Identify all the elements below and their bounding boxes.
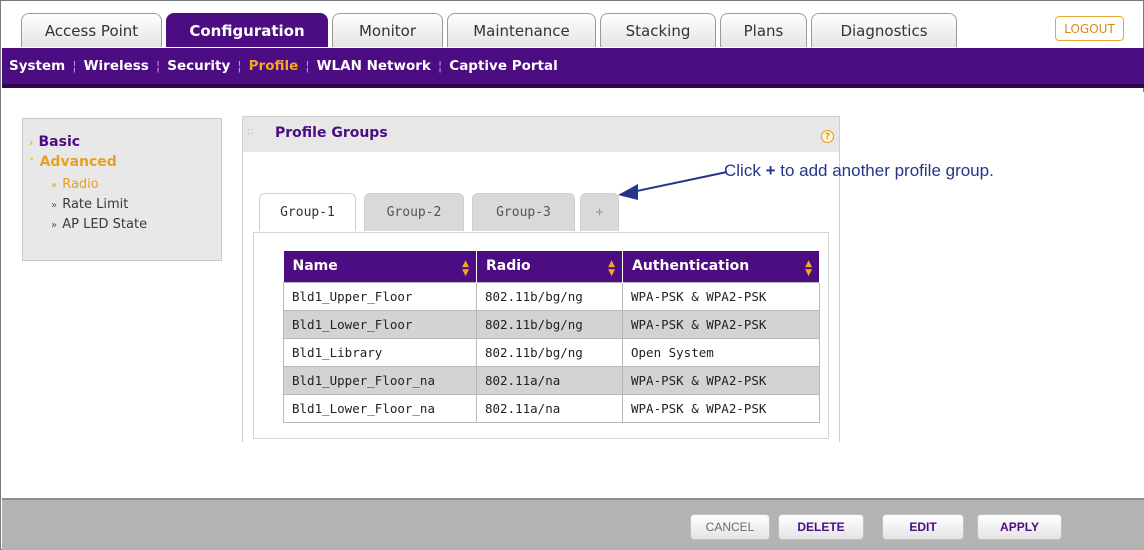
nav-radio[interactable]: » Radio [51,173,99,192]
bottom-action-bar: CANCEL DELETE EDIT APPLY [2,498,1144,550]
cell-radio: 802.11b/bg/ng [476,337,623,367]
tab-diagnostics[interactable]: Diagnostics [811,13,957,47]
nav-basic-label: Basic [38,134,81,150]
apply-button[interactable]: APPLY [977,514,1062,540]
sort-icon[interactable]: ▲ ▼ [805,260,812,278]
tab-configuration[interactable]: Configuration [166,13,328,47]
callout-text-before: Click [724,161,766,180]
nav-advanced[interactable]: ˅ Advanced [29,151,117,170]
nav-rate-limit-label: Rate Limit [62,197,129,212]
top-tab-bar: Access Point Configuration Monitor Maint… [21,13,957,47]
tab-group-1[interactable]: Group-1 [259,193,356,231]
callout-text: Click + to add another profile group. [724,161,994,181]
cell-name: Bld1_Library [283,337,477,367]
callout-text-after: to add another profile group. [775,161,994,180]
sub-navigation: System ¦ Wireless ¦ Security ¦ Profile ¦… [2,48,1144,88]
column-header-label: Authentication [632,258,750,275]
profile-table: Name ▲ ▼ Radio ▲ ▼ Authentication ▲ ▼ Bl… [283,251,820,423]
nav-ap-led-state[interactable]: » AP LED State [51,213,147,232]
subnav-wlan-network[interactable]: WLAN Network [317,58,431,74]
subnav-separator: ¦ [437,58,443,74]
subnav-separator: ¦ [72,58,77,74]
column-header-label: Name [292,258,338,275]
panel-body: Group-1 Group-2 Group-3 + Name ▲ ▼ Radio… [243,152,839,442]
cell-authentication: WPA-PSK & WPA2-PSK [622,281,820,311]
sort-icon[interactable]: ▲ ▼ [608,260,615,278]
subnav-security[interactable]: Security [167,58,230,74]
subnav-system[interactable]: System [9,58,65,74]
table-row[interactable]: Bld1_Upper_Floor_na 802.11a/na WPA-PSK &… [283,365,820,395]
table-header-row: Name ▲ ▼ Radio ▲ ▼ Authentication ▲ ▼ [283,251,820,282]
tab-group-2[interactable]: Group-2 [364,193,464,231]
column-header-label: Radio [486,258,531,275]
table-row[interactable]: Bld1_Library 802.11b/bg/ng Open System [283,337,820,367]
table-row[interactable]: Bld1_Lower_Floor 802.11b/bg/ng WPA-PSK &… [283,309,820,339]
column-header-authentication[interactable]: Authentication ▲ ▼ [622,251,820,282]
tab-plans[interactable]: Plans [720,13,807,47]
logout-button[interactable]: LOGOUT [1055,16,1124,41]
subnav-separator: ¦ [305,58,310,74]
tab-stacking[interactable]: Stacking [600,13,716,47]
chevron-right-icon: › [29,136,34,149]
double-chevron-icon: » [51,220,58,231]
cell-radio: 802.11b/bg/ng [476,281,623,311]
panel-title: Profile Groups [275,125,388,141]
cell-radio: 802.11a/na [476,393,623,423]
double-chevron-icon: » [51,200,58,211]
nav-advanced-label: Advanced [39,154,117,170]
delete-button[interactable]: DELETE [778,514,864,540]
main-content: › Basic ˅ Advanced » Radio » Rate Limit … [2,92,1144,498]
tab-maintenance[interactable]: Maintenance [447,13,596,47]
app-window: Access Point Configuration Monitor Maint… [0,0,1144,550]
subnav-separator: ¦ [237,58,242,74]
nav-ap-led-state-label: AP LED State [62,217,148,232]
drag-grip-icon: :: [247,126,254,137]
cell-radio: 802.11b/bg/ng [476,309,623,339]
double-chevron-icon: » [51,180,58,191]
edit-button[interactable]: EDIT [882,514,964,540]
tab-monitor[interactable]: Monitor [332,13,443,47]
nav-radio-label: Radio [62,177,99,192]
column-header-name[interactable]: Name ▲ ▼ [283,251,477,282]
cell-authentication: Open System [622,337,820,367]
subnav-wireless[interactable]: Wireless [84,58,149,74]
callout-plus: + [765,161,776,180]
cell-name: Bld1_Lower_Floor [283,309,477,339]
sort-icon[interactable]: ▲ ▼ [462,260,469,278]
tab-group-3[interactable]: Group-3 [472,193,575,231]
cell-name: Bld1_Upper_Floor [283,281,477,311]
tab-content: Name ▲ ▼ Radio ▲ ▼ Authentication ▲ ▼ Bl… [253,232,829,439]
table-row[interactable]: Bld1_Lower_Floor_na 802.11a/na WPA-PSK &… [283,393,820,423]
nav-rate-limit[interactable]: » Rate Limit [51,193,128,212]
chevron-down-icon: ˅ [29,156,35,169]
tab-access-point[interactable]: Access Point [21,13,162,47]
left-nav-panel: › Basic ˅ Advanced » Radio » Rate Limit … [22,118,222,261]
cell-authentication: WPA-PSK & WPA2-PSK [622,309,820,339]
subnav-separator: ¦ [155,58,161,74]
cell-authentication: WPA-PSK & WPA2-PSK [622,393,820,423]
cell-authentication: WPA-PSK & WPA2-PSK [622,365,820,395]
subnav-profile[interactable]: Profile [249,58,299,74]
cell-name: Bld1_Upper_Floor_na [283,365,477,395]
nav-basic[interactable]: › Basic [29,131,80,150]
cell-radio: 802.11a/na [476,365,623,395]
callout-arrow-icon [618,171,728,200]
table-row[interactable]: Bld1_Upper_Floor 802.11b/bg/ng WPA-PSK &… [283,281,820,311]
cell-name: Bld1_Lower_Floor_na [283,393,477,423]
help-icon[interactable]: ? [821,130,834,143]
subnav-captive-portal[interactable]: Captive Portal [449,58,557,74]
column-header-radio[interactable]: Radio ▲ ▼ [476,251,623,282]
cancel-button[interactable]: CANCEL [690,514,770,540]
